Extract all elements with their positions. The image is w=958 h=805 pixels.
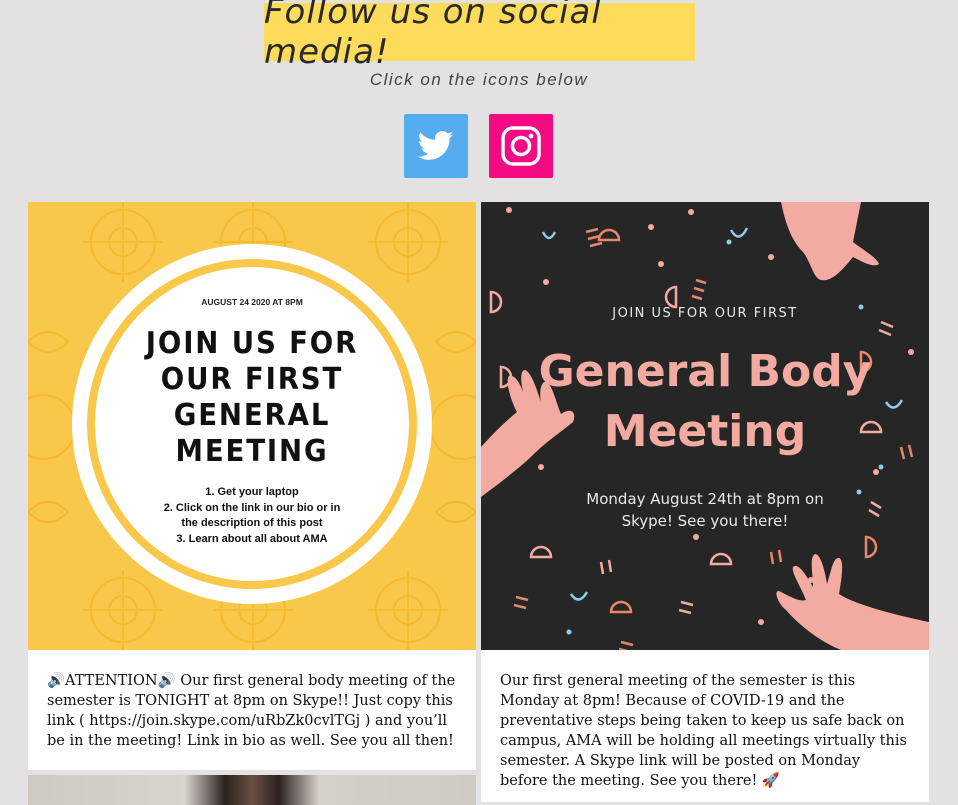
post-card[interactable]: JOIN US FOR OUR FIRST General Body Meeti… <box>481 202 929 802</box>
poster-date: AUGUST 24 2020 AT 8PM <box>201 297 303 307</box>
poster-kicker: JOIN US FOR OUR FIRST <box>612 306 798 321</box>
yellow-meeting-poster: AUGUST 24 2020 AT 8PM JOIN US FOR OUR FI… <box>28 202 476 650</box>
post-caption: Our first general meeting of the semeste… <box>500 673 907 789</box>
post-card[interactable] <box>28 775 476 805</box>
twitter-bird-icon <box>418 131 454 160</box>
instagram-camera-icon <box>501 126 541 166</box>
post-image-photo[interactable] <box>28 775 476 805</box>
poster-headline: General Body Meeting <box>538 346 872 457</box>
instagram-link-button[interactable] <box>489 114 553 178</box>
post-caption: 🔊ATTENTION🔊 Our first general body meeti… <box>47 673 456 749</box>
page-subtitle: Click on the icons below <box>369 70 589 89</box>
twitter-link-button[interactable] <box>404 114 468 178</box>
poster-headline: JOIN US FOR OUR FIRST GENERAL MEETING <box>145 326 359 469</box>
dark-meeting-poster: JOIN US FOR OUR FIRST General Body Meeti… <box>481 202 929 650</box>
post-image-meeting-poster[interactable]: AUGUST 24 2020 AT 8PM JOIN US FOR OUR FI… <box>28 202 476 650</box>
post-card[interactable]: AUGUST 24 2020 AT 8PM JOIN US FOR OUR FI… <box>28 202 476 770</box>
page-title: Follow us on social media! <box>264 0 695 72</box>
poster-steps: 1. Get your laptop 2. Click on the link … <box>163 486 341 545</box>
post-image-general-body-poster[interactable]: JOIN US FOR OUR FIRST General Body Meeti… <box>481 202 929 650</box>
poster-details: Monday August 24th at 8pm on Skype! See … <box>586 490 824 530</box>
